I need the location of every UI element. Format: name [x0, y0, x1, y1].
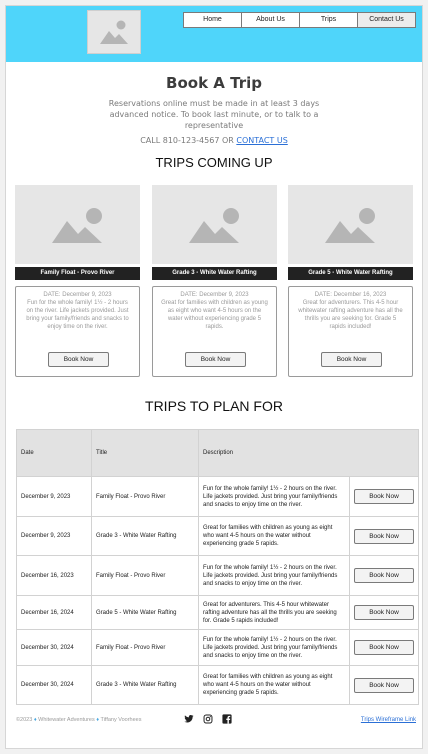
book-now-button[interactable]: Book Now: [321, 352, 382, 367]
column-header-title: Title: [91, 429, 199, 477]
diamond-icon: ♦: [33, 717, 37, 723]
image-placeholder-icon: [52, 208, 102, 243]
row-description: Fun for the whole family! 1½ - 2 hours o…: [198, 476, 350, 517]
site-header: Home About Us Trips Contact Us: [6, 6, 422, 62]
nav-about-us[interactable]: About Us: [241, 13, 299, 27]
row-date: December 16, 2023: [16, 555, 92, 596]
trip-image-placeholder: [15, 185, 140, 264]
trip-card-body: DATE: December 9, 2023 Fun for the whole…: [15, 286, 140, 377]
row-description: Great for families with children as youn…: [198, 516, 350, 556]
row-date: December 9, 2023: [16, 476, 92, 517]
trip-image-placeholder: [152, 185, 277, 264]
twitter-icon[interactable]: [184, 714, 194, 724]
table-row: December 16, 2023 Family Float - Provo R…: [16, 555, 419, 596]
reservation-notice: Reservations online must be made in at l…: [108, 99, 320, 130]
row-date: December 16, 2024: [16, 595, 92, 630]
trips-coming-up-heading: TRIPS COMING UP: [155, 155, 273, 170]
nav-contact-us[interactable]: Contact Us: [357, 13, 415, 27]
row-title: Family Float - Provo River: [91, 476, 199, 517]
trip-card-date: DATE: December 16, 2023: [314, 292, 387, 298]
row-title: Grade 3 - White Water Rafting: [91, 665, 199, 705]
image-placeholder-icon: [325, 208, 375, 243]
facebook-icon[interactable]: [222, 714, 232, 724]
trip-card-description: Great for families with children as youn…: [161, 300, 268, 330]
page: Home About Us Trips Contact Us Book A Tr…: [5, 5, 423, 749]
book-now-button[interactable]: Book Now: [48, 352, 109, 367]
logo-image-placeholder[interactable]: [87, 10, 141, 54]
trip-image-placeholder: [288, 185, 413, 264]
book-now-button[interactable]: Book Now: [354, 640, 414, 655]
diamond-icon: ♦: [96, 717, 100, 723]
image-placeholder-icon: [100, 20, 128, 44]
table-header-row: Date Title Description: [16, 429, 419, 477]
book-now-button[interactable]: Book Now: [354, 605, 414, 620]
trip-card-date: DATE: December 9, 2023: [43, 292, 112, 298]
image-placeholder-icon: [189, 208, 239, 243]
row-description: Great for families with children as youn…: [198, 665, 350, 705]
nav-trips[interactable]: Trips: [299, 13, 357, 27]
trip-card-title: Grade 5 - White Water Rafting: [288, 267, 413, 280]
trip-card: Grade 5 - White Water Rafting DATE: Dece…: [288, 185, 413, 377]
trip-card-body: DATE: December 16, 2023 Great for advent…: [288, 286, 413, 377]
trips-wireframe-link[interactable]: Trips Wireframe Link: [361, 717, 416, 723]
row-title: Family Float - Provo River: [91, 555, 199, 596]
trip-card-body: DATE: December 9, 2023 Great for familie…: [152, 286, 277, 377]
table-row: December 30, 2024 Family Float - Provo R…: [16, 629, 419, 666]
trip-card: Family Float - Provo River DATE: Decembe…: [15, 185, 140, 377]
copyright-text: ©2023: [16, 717, 33, 723]
book-now-button[interactable]: Book Now: [354, 489, 414, 504]
trip-card-description: Great for adventurers. This 4-5 hour whi…: [298, 300, 403, 330]
row-date: December 9, 2023: [16, 516, 92, 556]
nav-home[interactable]: Home: [184, 13, 241, 27]
trips-to-plan-heading: TRIPS TO PLAN FOR: [145, 398, 283, 414]
row-description: Great for adventurers. This 4-5 hour whi…: [198, 595, 350, 630]
trip-card-title: Family Float - Provo River: [15, 267, 140, 280]
site-footer: ©2023 ♦ Whitewater Adventures ♦ Tiffany …: [16, 714, 416, 728]
book-now-button[interactable]: Book Now: [185, 352, 246, 367]
trip-card: Grade 3 - White Water Rafting DATE: Dece…: [152, 185, 277, 377]
trip-card-description: Fun for the whole family! 1½ - 2 hours o…: [26, 300, 129, 330]
contact-us-link[interactable]: CONTACT US: [236, 136, 287, 145]
social-links: [184, 714, 232, 724]
column-header-date: Date: [16, 429, 92, 477]
call-line: CALL 810-123-4567 OR CONTACT US: [6, 136, 422, 145]
row-title: Family Float - Provo River: [91, 629, 199, 666]
table-row: December 16, 2024 Grade 5 - White Water …: [16, 595, 419, 630]
table-row: December 9, 2023 Family Float - Provo Ri…: [16, 476, 419, 517]
page-title: Book A Trip: [166, 74, 262, 92]
row-date: December 30, 2024: [16, 629, 92, 666]
book-now-button[interactable]: Book Now: [354, 677, 414, 693]
instagram-icon[interactable]: [203, 714, 213, 724]
row-title: Grade 3 - White Water Rafting: [91, 516, 199, 556]
author-text: Tiffany Voorhees: [100, 717, 142, 723]
column-header-description: Description: [198, 429, 419, 477]
trips-table: Date Title Description December 9, 2023 …: [16, 429, 419, 705]
table-row: December 9, 2023 Grade 3 - White Water R…: [16, 516, 419, 556]
book-now-button[interactable]: Book Now: [354, 568, 414, 583]
trip-card-title: Grade 3 - White Water Rafting: [152, 267, 277, 280]
phone-text: CALL 810-123-4567 OR: [140, 136, 237, 145]
brand-text: Whitewater Adventures: [38, 717, 95, 723]
main-nav: Home About Us Trips Contact Us: [183, 12, 416, 28]
table-row: December 30, 2024 Grade 3 - White Water …: [16, 665, 419, 705]
trip-card-date: DATE: December 9, 2023: [180, 292, 249, 298]
book-now-button[interactable]: Book Now: [354, 528, 414, 544]
row-description: Fun for the whole family! 1½ - 2 hours o…: [198, 629, 350, 666]
row-description: Fun for the whole family! 1½ - 2 hours o…: [198, 555, 350, 596]
row-title: Grade 5 - White Water Rafting: [91, 595, 199, 630]
row-date: December 30, 2024: [16, 665, 92, 705]
footer-credits: ©2023 ♦ Whitewater Adventures ♦ Tiffany …: [16, 717, 142, 723]
